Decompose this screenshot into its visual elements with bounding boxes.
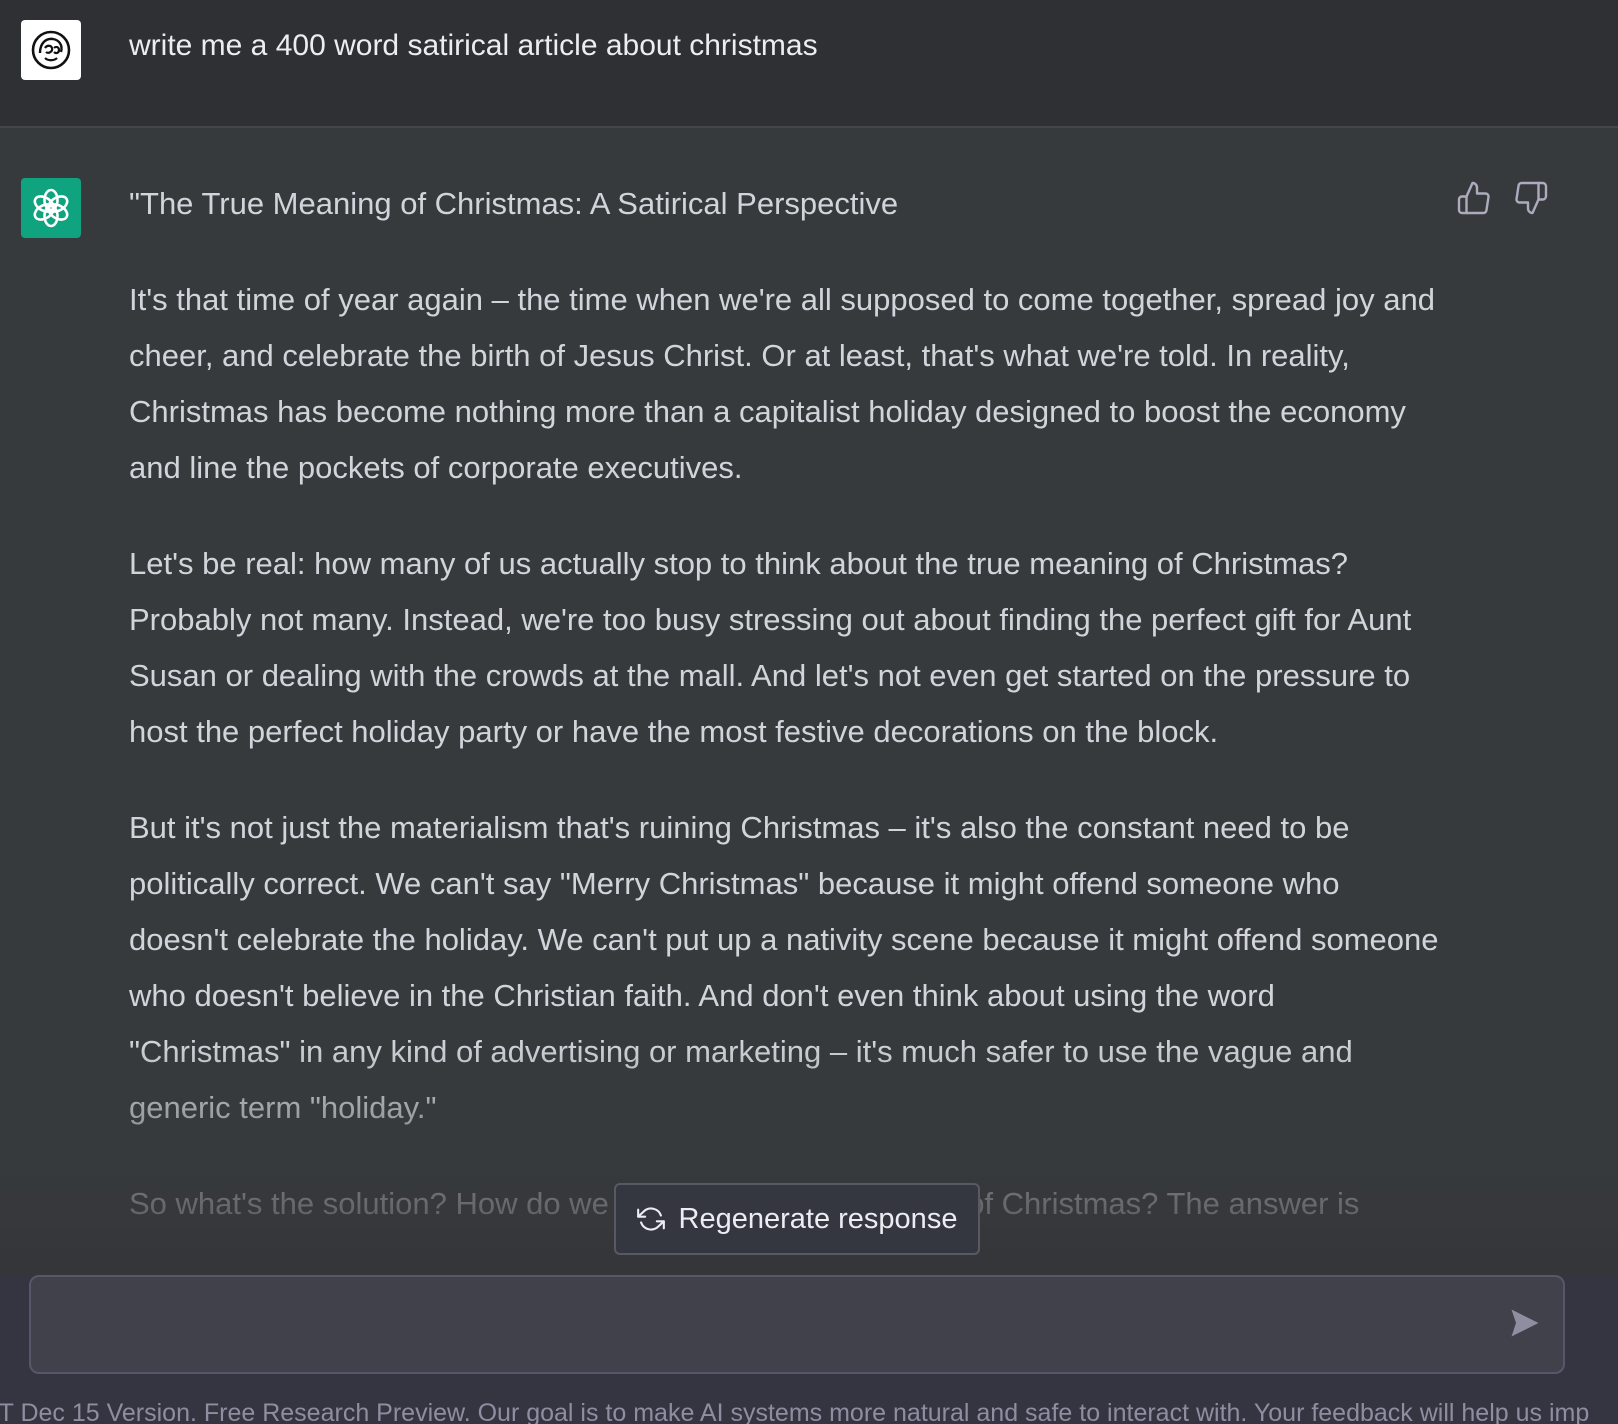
- user-message-text: write me a 400 word satirical article ab…: [129, 29, 818, 62]
- response-paragraph-3: But it's not just the materialism that's…: [129, 810, 1439, 1125]
- assistant-message-row: "The True Meaning of Christmas: A Satiri…: [0, 128, 1618, 1276]
- openai-logo-icon: [33, 188, 69, 228]
- regenerate-label: Regenerate response: [678, 1202, 958, 1235]
- message-input-container: [29, 1275, 1565, 1374]
- footer-disclaimer: PT Dec 15 Version. Free Research Preview…: [0, 1399, 1590, 1424]
- user-avatar-icon: [31, 30, 71, 70]
- thumbs-down-icon: [1515, 181, 1548, 215]
- regenerate-response-button[interactable]: Regenerate response: [614, 1183, 980, 1255]
- user-message-row: write me a 400 word satirical article ab…: [0, 0, 1618, 128]
- refresh-icon: [636, 1207, 665, 1231]
- response-paragraph-2: Let's be real: how many of us actually s…: [129, 546, 1412, 749]
- send-button[interactable]: [1507, 1305, 1547, 1345]
- assistant-avatar: [21, 178, 81, 238]
- thumbs-up-button[interactable]: [1456, 180, 1492, 216]
- article-title: "The True Meaning of Christmas: A Satiri…: [129, 186, 899, 221]
- thumbs-down-button[interactable]: [1513, 180, 1549, 216]
- response-paragraph-1: It's that time of year again – the time …: [129, 282, 1435, 485]
- thumbs-up-icon: [1457, 181, 1490, 215]
- message-input[interactable]: [51, 1295, 1475, 1359]
- assistant-response: "The True Meaning of Christmas: A Satiri…: [129, 176, 1439, 1272]
- user-avatar: [21, 20, 81, 80]
- send-icon: [1511, 1309, 1539, 1337]
